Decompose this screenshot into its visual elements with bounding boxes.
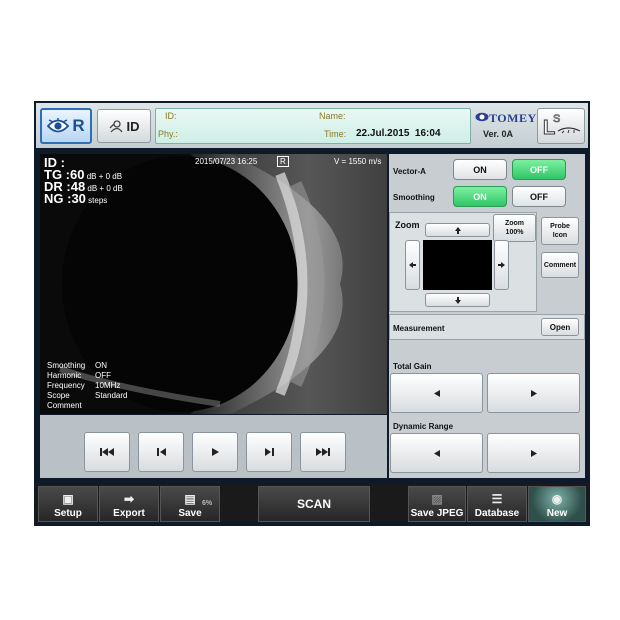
- zoom-100-button[interactable]: Zoom 100%: [493, 214, 536, 242]
- zoom-right-button[interactable]: [494, 240, 509, 290]
- save-jpeg-button[interactable]: ▨ Save JPEG: [408, 486, 466, 522]
- export-button[interactable]: ➡ Export: [99, 486, 159, 522]
- triangle-left-icon: [433, 389, 440, 397]
- person-icon: [109, 119, 123, 132]
- step-back-button[interactable]: [138, 432, 184, 472]
- time-label: Time:: [324, 129, 347, 139]
- export-arrow-icon: ➡: [123, 492, 135, 506]
- arrow-down-icon: [454, 296, 461, 304]
- total-gain-decrease-button[interactable]: [390, 373, 483, 413]
- zoom-preview[interactable]: [423, 240, 492, 290]
- smoothing-label: Smoothing: [393, 193, 435, 202]
- scan-datetime: 2015/07/23 16:25: [195, 157, 258, 166]
- save-percent: 6%: [202, 500, 213, 507]
- skip-first-button[interactable]: [84, 432, 130, 472]
- database-icon: ☰: [491, 492, 503, 506]
- floppy-disk-icon: ▤: [184, 492, 196, 506]
- triangle-right-icon: [530, 449, 537, 457]
- phy-label: Phy.:: [158, 129, 178, 139]
- settings-list: Smoothing ON Harmonic OFF Frequency 10MHz S…: [47, 361, 127, 411]
- eye-icon: [47, 118, 70, 133]
- step-forward-icon: [264, 448, 274, 456]
- zoom-down-button[interactable]: [425, 293, 490, 307]
- patient-info-panel: ID: Name: Phy.: Time: 22.Jul.2015 16:04: [155, 108, 471, 144]
- ng-readout: NG :30 steps: [44, 191, 108, 206]
- total-gain-label: Total Gain: [393, 362, 432, 371]
- velocity-readout: V = 1550 m/s: [334, 157, 382, 166]
- measurement-label: Measurement: [393, 324, 445, 333]
- scan-button[interactable]: SCAN: [258, 486, 370, 522]
- triangle-left-icon: [433, 449, 440, 457]
- smoothing-off-button[interactable]: OFF: [512, 186, 566, 207]
- brand-area: TOMEY Ver. 0A: [475, 108, 536, 144]
- image-save-icon: ▨: [431, 492, 443, 506]
- triangle-right-icon: [530, 389, 537, 397]
- side-label: R: [72, 116, 85, 135]
- play-button[interactable]: [192, 432, 238, 472]
- total-gain-increase-button[interactable]: [487, 373, 580, 413]
- settings-row: Smoothing ON: [47, 361, 107, 370]
- arrow-left-icon: [409, 262, 416, 268]
- zoom-left-button[interactable]: [405, 240, 420, 290]
- zoom-label: Zoom: [395, 220, 420, 230]
- dynamic-range-label: Dynamic Range: [393, 422, 454, 431]
- version-label: Ver. 0A: [483, 129, 514, 139]
- save-button[interactable]: ▤ Save 6%: [160, 486, 220, 522]
- smoothing-on-button[interactable]: ON: [453, 186, 507, 207]
- vector-a-label: Vector-A: [393, 167, 426, 176]
- brand-logo: TOMEY: [489, 111, 537, 125]
- open-measurement-button[interactable]: Open: [541, 318, 579, 336]
- dynamic-range-increase-button[interactable]: [487, 433, 580, 473]
- arrow-right-icon: [498, 262, 505, 268]
- svg-text:S: S: [553, 113, 560, 125]
- step-forward-button[interactable]: [246, 432, 292, 472]
- play-icon: [211, 448, 219, 456]
- eye-side-button[interactable]: R: [40, 108, 92, 144]
- probe-icon-button[interactable]: Probe Icon: [541, 217, 579, 245]
- settings-screen-icon: ▣: [62, 492, 74, 506]
- patient-id-button[interactable]: ID: [97, 109, 151, 143]
- settings-row: Comment: [47, 401, 82, 410]
- skip-first-icon: [100, 448, 114, 456]
- arrow-up-icon: [454, 226, 461, 234]
- skip-last-icon: [316, 448, 330, 456]
- settings-row: Harmonic OFF: [47, 371, 111, 380]
- dynamic-range-decrease-button[interactable]: [390, 433, 483, 473]
- time-value: 22.Jul.2015 16:04: [356, 128, 441, 139]
- new-button[interactable]: ◉ New: [528, 486, 586, 522]
- name-label: Name:: [319, 111, 346, 121]
- id-button-label: ID: [126, 118, 140, 134]
- step-back-icon: [156, 448, 166, 456]
- tomey-logo-icon: [475, 112, 489, 122]
- ls-button[interactable]: L S: [537, 108, 585, 144]
- skip-last-button[interactable]: [300, 432, 346, 472]
- settings-row: Scope Standard: [47, 391, 128, 400]
- vector-a-on-button[interactable]: ON: [453, 159, 507, 180]
- comment-button[interactable]: Comment: [541, 252, 579, 278]
- database-button[interactable]: ☰ Database: [467, 486, 527, 522]
- settings-row: Frequency 10MHz: [47, 381, 121, 390]
- new-patient-icon: ◉: [551, 492, 563, 506]
- zoom-up-button[interactable]: [425, 223, 490, 237]
- setup-button[interactable]: ▣ Setup: [38, 486, 98, 522]
- id-label: ID:: [165, 111, 177, 121]
- ultrasound-image[interactable]: ID : TG :60 dB + 0 dB DR :48 dB + 0 dB N…: [40, 154, 387, 414]
- ls-probe-icon: L S: [543, 113, 581, 140]
- side-tag: R: [277, 156, 289, 167]
- vector-a-off-button[interactable]: OFF: [512, 159, 566, 180]
